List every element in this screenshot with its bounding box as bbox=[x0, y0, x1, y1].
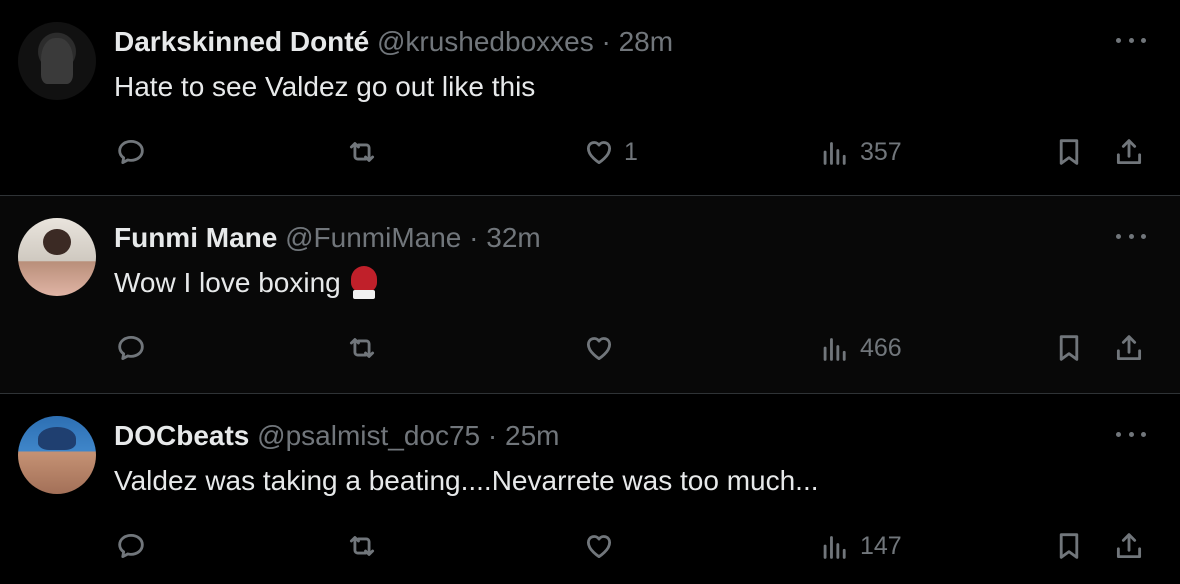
separator-dot: · bbox=[469, 222, 479, 253]
bar-chart-icon bbox=[823, 536, 846, 559]
views-count: 466 bbox=[860, 333, 902, 362]
reply-bubble-icon bbox=[118, 335, 144, 361]
user-handle[interactable]: @FunmiMane bbox=[285, 222, 461, 253]
views-button[interactable]: 147 bbox=[818, 524, 902, 568]
timestamp[interactable]: 28m bbox=[619, 26, 673, 57]
tweet-text: Valdez was taking a beating....Nevarrete… bbox=[114, 465, 819, 496]
like-button[interactable] bbox=[582, 326, 616, 370]
reply-feed: Darkskinned Donté @krushedboxxes · 28m H… bbox=[0, 0, 1180, 584]
like-count: 1 bbox=[624, 137, 638, 166]
user-handle[interactable]: @psalmist_doc75 bbox=[257, 420, 480, 451]
share-button[interactable] bbox=[1112, 524, 1146, 568]
timestamp[interactable]: 32m bbox=[486, 222, 540, 253]
retweet-button[interactable] bbox=[345, 326, 379, 370]
views-button[interactable]: 466 bbox=[818, 326, 902, 370]
bar-chart-icon bbox=[823, 338, 846, 361]
share-button[interactable] bbox=[1112, 326, 1146, 370]
more-dots-icon[interactable] bbox=[1116, 30, 1146, 50]
action-bar: 147 bbox=[0, 524, 1180, 568]
reply-button[interactable] bbox=[114, 326, 148, 370]
tweet[interactable]: Funmi Mane @FunmiMane · 32m Wow I love b… bbox=[0, 196, 1180, 394]
tweet-text-content: Wow I love boxing bbox=[114, 267, 341, 298]
bookmark-icon bbox=[1059, 533, 1079, 559]
share-upload-icon bbox=[1116, 533, 1142, 559]
timestamp[interactable]: 25m bbox=[505, 420, 559, 451]
avatar[interactable] bbox=[18, 218, 96, 296]
tweet-header: Darkskinned Donté @krushedboxxes · 28m bbox=[114, 24, 673, 60]
tweet-text: Wow I love boxing bbox=[114, 264, 379, 302]
retweet-button[interactable] bbox=[345, 524, 379, 568]
tweet[interactable]: Darkskinned Donté @krushedboxxes · 28m H… bbox=[0, 0, 1180, 196]
reply-bubble-icon bbox=[118, 139, 144, 165]
heart-icon bbox=[586, 337, 612, 361]
tweet[interactable]: DOCbeats @psalmist_doc75 · 25m Valdez wa… bbox=[0, 394, 1180, 584]
bar-chart-icon bbox=[823, 142, 846, 165]
share-upload-icon bbox=[1116, 335, 1142, 361]
display-name[interactable]: Darkskinned Donté bbox=[114, 26, 369, 57]
display-name[interactable]: Funmi Mane bbox=[114, 222, 277, 253]
display-name[interactable]: DOCbeats bbox=[114, 420, 249, 451]
separator-dot: · bbox=[601, 26, 611, 57]
bookmark-button[interactable] bbox=[1052, 326, 1086, 370]
views-count: 357 bbox=[860, 137, 902, 166]
bookmark-button[interactable] bbox=[1052, 524, 1086, 568]
more-dots-icon[interactable] bbox=[1116, 226, 1146, 246]
tweet-header: DOCbeats @psalmist_doc75 · 25m bbox=[114, 418, 560, 454]
retweet-arrows-icon bbox=[349, 142, 375, 162]
separator-dot: · bbox=[487, 420, 498, 451]
action-bar: 466 bbox=[0, 326, 1180, 370]
like-button[interactable]: 1 bbox=[582, 130, 638, 174]
heart-icon bbox=[586, 141, 612, 165]
tweet-header: Funmi Mane @FunmiMane · 32m bbox=[114, 220, 541, 256]
retweet-button[interactable] bbox=[345, 130, 379, 174]
retweet-arrows-icon bbox=[349, 536, 375, 556]
avatar[interactable] bbox=[18, 22, 96, 100]
bookmark-button[interactable] bbox=[1052, 130, 1086, 174]
bookmark-icon bbox=[1059, 139, 1079, 165]
share-upload-icon bbox=[1116, 139, 1142, 165]
views-button[interactable]: 357 bbox=[818, 130, 902, 174]
reply-bubble-icon bbox=[118, 533, 144, 559]
views-count: 147 bbox=[860, 531, 902, 560]
share-button[interactable] bbox=[1112, 130, 1146, 174]
boxing-glove-emoji bbox=[349, 265, 379, 300]
tweet-text: Hate to see Valdez go out like this bbox=[114, 71, 536, 102]
avatar[interactable] bbox=[18, 416, 96, 494]
reply-button[interactable] bbox=[114, 524, 148, 568]
reply-button[interactable] bbox=[114, 130, 148, 174]
retweet-arrows-icon bbox=[349, 338, 375, 358]
user-handle[interactable]: @krushedboxxes bbox=[377, 26, 594, 57]
bookmark-icon bbox=[1059, 335, 1079, 361]
heart-icon bbox=[586, 535, 612, 559]
like-button[interactable] bbox=[582, 524, 616, 568]
action-bar: 1 357 bbox=[0, 130, 1180, 174]
more-dots-icon[interactable] bbox=[1116, 424, 1146, 444]
